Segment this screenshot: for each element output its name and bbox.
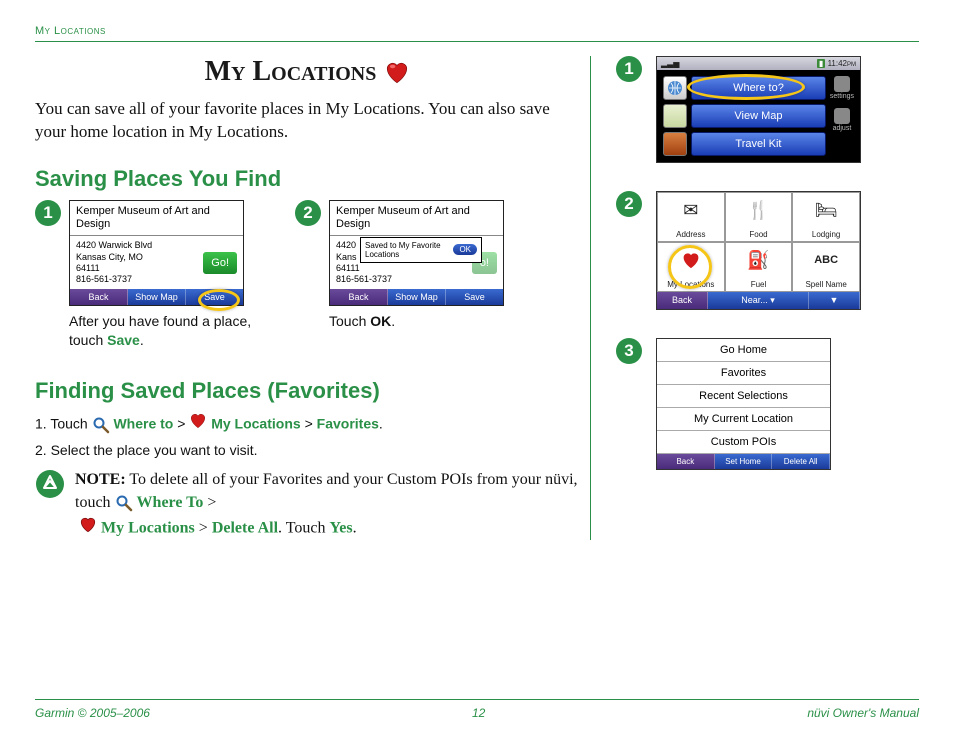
map-thumb-icon — [663, 104, 687, 128]
finding-steps: 1. Touch Where to > My Locations > Favor… — [35, 412, 580, 540]
note-text-2: My Locations > Delete All. Touch Yes. — [79, 516, 580, 540]
device-mylocations-list: Go Home Favorites Recent Selections My C… — [656, 338, 831, 470]
step-1-badge: 1 — [35, 200, 61, 226]
step2-caption: Touch OK. — [329, 312, 520, 331]
intro-text: You can save all of your favorite places… — [35, 98, 580, 144]
footer-rule — [35, 699, 919, 700]
wrench-icon — [834, 76, 850, 92]
list-item[interactable]: Custom POIs — [657, 431, 830, 454]
poi-title-2: Kemper Museum of Art and Design — [330, 201, 503, 236]
suitcase-icon — [663, 132, 687, 156]
globe-icon — [663, 76, 687, 100]
poi-title: Kemper Museum of Art and Design — [70, 201, 243, 236]
deleteall-button[interactable]: Delete All — [772, 454, 830, 469]
step-2-badge: 2 — [295, 200, 321, 226]
go-button[interactable]: Go! — [203, 252, 237, 274]
envelope-icon: ✉ — [683, 197, 698, 223]
saved-popup: Saved to My Favorite Locations OK — [360, 237, 482, 263]
footer-pagenum: 12 — [472, 706, 485, 720]
settings-button[interactable]: settings — [830, 76, 854, 100]
near-button[interactable]: Near... ▾ — [708, 292, 809, 309]
sethome-button[interactable]: Set Home — [715, 454, 773, 469]
magnifier-icon — [115, 494, 133, 512]
mylocations-cell[interactable]: My Locations — [657, 242, 725, 292]
list-item[interactable]: My Current Location — [657, 408, 830, 431]
footer-manual: nüvi Owner's Manual — [807, 706, 919, 720]
heart-icon — [79, 516, 97, 532]
back-button[interactable]: Back — [657, 454, 715, 469]
page-title: My Locations — [35, 56, 580, 88]
where-to-button[interactable]: Where to? — [691, 76, 826, 100]
magnifier-icon — [92, 416, 110, 434]
showmap-button-2[interactable]: Show Map — [388, 289, 446, 305]
lodging-cell[interactable]: 🛏Lodging — [792, 192, 860, 242]
device-screenshot-1: Kemper Museum of Art and Design 4420 War… — [69, 200, 244, 306]
title-text: My Locations — [205, 56, 377, 88]
right-step-2-badge: 2 — [616, 191, 642, 217]
note-icon — [35, 469, 65, 499]
save-button-2[interactable]: Save — [446, 289, 503, 305]
fuel-icon: ⛽ — [747, 247, 769, 273]
right-step-3-badge: 3 — [616, 338, 642, 364]
food-cell[interactable]: 🍴Food — [725, 192, 793, 242]
view-map-button[interactable]: View Map — [691, 104, 826, 128]
list-item[interactable]: Go Home — [657, 339, 830, 362]
step1-caption: After you have found a place, touch Save… — [69, 312, 260, 350]
page-footer: Garmin © 2005–2006 12 nüvi Owner's Manua… — [35, 699, 919, 720]
device-screenshot-2: Kemper Museum of Art and Design 4420Kans… — [329, 200, 504, 306]
heart-icon — [384, 60, 410, 84]
list-item[interactable]: Recent Selections — [657, 385, 830, 408]
status-bar: ▂▃▅ ▮ 11:42PM — [657, 57, 860, 70]
page-header-label: My Locations — [35, 25, 919, 37]
back-button-2[interactable]: Back — [330, 289, 388, 305]
list-item[interactable]: Favorites — [657, 362, 830, 385]
heart-icon — [189, 412, 207, 428]
slider-icon — [834, 108, 850, 124]
bed-icon: 🛏 — [815, 197, 838, 223]
travel-kit-button[interactable]: Travel Kit — [691, 132, 826, 156]
back-button[interactable]: Back — [657, 292, 708, 309]
poi-address: 4420 Warwick Blvd Kansas City, MO 64111 … — [70, 236, 197, 289]
heart-icon — [681, 247, 701, 273]
fuel-cell[interactable]: ⛽Fuel — [725, 242, 793, 292]
device-category-grid: ✉Address 🍴Food 🛏Lodging My Locations ⛽Fu… — [656, 191, 861, 310]
adjust-button[interactable]: adjust — [830, 108, 854, 132]
showmap-button[interactable]: Show Map — [128, 289, 186, 305]
abc-icon: ABC — [814, 247, 838, 273]
finding-heading: Finding Saved Places (Favorites) — [35, 378, 580, 404]
spellname-cell[interactable]: ABCSpell Name — [792, 242, 860, 292]
header-rule — [35, 41, 919, 42]
right-step-1-badge: 1 — [616, 56, 642, 82]
back-button[interactable]: Back — [70, 289, 128, 305]
saving-heading: Saving Places You Find — [35, 166, 580, 192]
fork-knife-icon: 🍴 — [747, 197, 769, 223]
device-main-menu: ▂▃▅ ▮ 11:42PM Where to? View Map — [656, 56, 861, 163]
note-text: NOTE: To delete all of your Favorites an… — [75, 469, 580, 514]
battery-icon: ▮ — [817, 59, 825, 68]
footer-copyright: Garmin © 2005–2006 — [35, 706, 150, 720]
save-button[interactable]: Save — [186, 289, 243, 305]
ok-button[interactable]: OK — [453, 244, 477, 255]
address-cell[interactable]: ✉Address — [657, 192, 725, 242]
scroll-down-button[interactable]: ▼ — [809, 292, 860, 309]
signal-icon: ▂▃▅ — [661, 59, 679, 68]
